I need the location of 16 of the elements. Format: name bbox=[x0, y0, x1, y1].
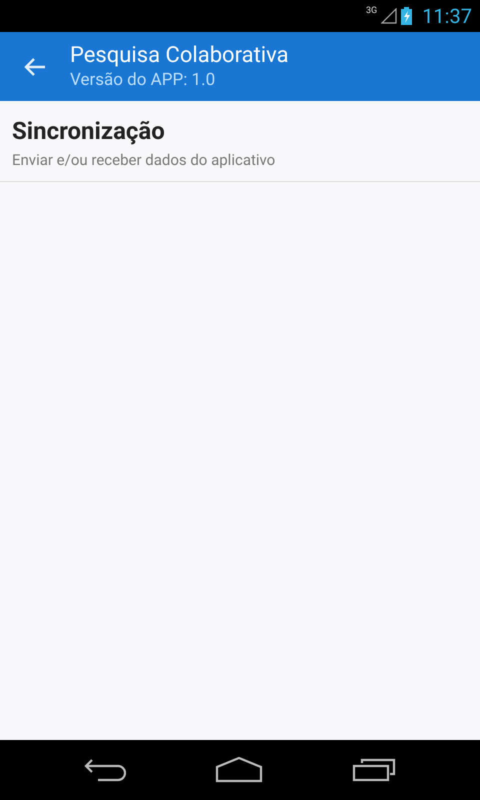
back-arrow-icon bbox=[24, 56, 46, 76]
preference-item[interactable]: Sincronização Enviar e/ou receber dados do aplicativo bbox=[0, 101, 480, 182]
app-title: Pesquisa Colaborativa bbox=[70, 43, 289, 68]
network-label: 3G bbox=[366, 6, 378, 16]
clock: 11:37 bbox=[422, 4, 472, 28]
recent-apps-icon bbox=[352, 758, 396, 782]
back-nav-button[interactable] bbox=[84, 758, 126, 782]
home-icon bbox=[214, 757, 263, 783]
battery-charging-icon bbox=[401, 7, 412, 25]
app-subtitle: Versão do APP: 1.0 bbox=[70, 70, 216, 90]
back-icon bbox=[84, 758, 126, 782]
preference-title: Sincronização bbox=[12, 117, 166, 145]
preference-summary: Enviar e/ou receber dados do aplicativo bbox=[12, 151, 276, 169]
recent-apps-button[interactable] bbox=[352, 758, 396, 782]
signal-icon bbox=[381, 8, 398, 24]
home-nav-button[interactable] bbox=[214, 757, 263, 783]
